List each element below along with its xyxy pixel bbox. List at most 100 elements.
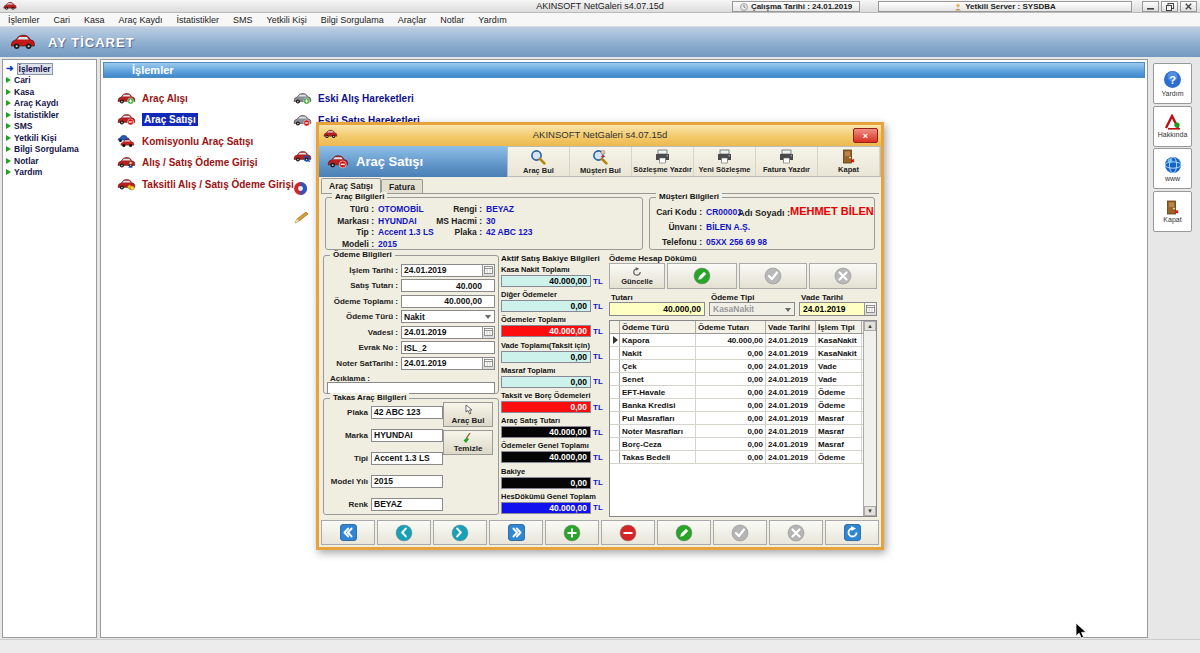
menu-8[interactable]: Araçlar [398,15,427,25]
dialog-close-button[interactable]: × [853,128,878,143]
nav-next-button[interactable] [433,520,487,545]
nav-first-button[interactable] [321,520,375,545]
table-row-4[interactable]: EFT-Havale0,0024.01.2019Ödeme [610,386,863,399]
guncelle-button[interactable]: Güncelle [609,263,665,289]
menu-item-icon-2[interactable] [293,148,312,164]
input-renk[interactable]: BEYAZ [371,498,443,511]
minimize-button[interactable] [1142,1,1159,12]
sidebar-item-7[interactable]: Bilgi Sorgulama [3,144,96,156]
table-row-2[interactable]: Çek0,0024.01.2019Vade [610,360,863,373]
calendar-button[interactable] [864,303,876,315]
table-row-9[interactable]: Takas Bedeli0,0024.01.2019Ödeme [610,451,863,464]
confirm-payment-button[interactable] [739,263,807,289]
scroll-up-button[interactable]: ▲ [864,321,876,331]
cancel-payment-button[interactable] [809,263,877,289]
menu-item-ara-sat-[interactable]: Araç Satışı [117,112,198,128]
calendar-button[interactable] [482,358,494,369]
menu-7[interactable]: Bilgi Sorgulama [321,15,384,25]
column-header-1[interactable]: Ödeme Tutarı [696,321,766,333]
sidebar-item-3[interactable]: Araç Kaydı [3,98,96,110]
takas-ara-bul-button[interactable]: Araç Bul [443,402,493,427]
rightbar-www-button[interactable]: www [1153,148,1192,189]
toolbar-fatura-yazd-r-button[interactable]: Fatura Yazdır [756,147,818,176]
menu-1[interactable]: Cari [54,15,71,25]
input--deme-t-r-[interactable]: Nakit [401,310,495,323]
toolbar-m-teri-bul-button[interactable]: Müşteri Bul [570,147,632,176]
restore-button[interactable] [1161,1,1178,12]
menu-2[interactable]: Kasa [84,15,105,25]
nav-refresh-button[interactable] [825,520,879,545]
input-plaka[interactable]: 42 ABC 123 [371,406,443,419]
sidebar-item-5[interactable]: SMS [3,121,96,133]
table-row-7[interactable]: Noter Masrafları0,0024.01.2019Masraf [610,425,863,438]
nav-remove-button[interactable] [601,520,655,545]
nav-last-button[interactable] [489,520,543,545]
menu-10[interactable]: Yardım [478,15,506,25]
table-row-8[interactable]: Borç-Ceza0,0024.01.2019Masraf [610,438,863,451]
calendar-button[interactable] [482,327,494,338]
nav-edit-button[interactable] [657,520,711,545]
input-sat-tutar-[interactable]: 40.000 [401,279,495,292]
vade-tarihi-input[interactable]: 24.01.2019 [799,302,877,316]
takas-temizle-button[interactable]: Temizle [443,430,493,455]
scroll-down-button[interactable]: ▼ [864,506,876,516]
sidebar-item-2[interactable]: Kasa [3,86,96,98]
column-header-2[interactable]: Vade Tarihi [766,321,816,333]
menu-3[interactable]: Araç Kaydı [119,15,163,25]
menu-9[interactable]: Notlar [440,15,464,25]
nav-add-button[interactable] [545,520,599,545]
column-header-0[interactable]: Ödeme Türü [620,321,696,333]
menu-item-eski-al-hareketleri[interactable]: Eski Alış Hareketleri [293,90,414,106]
chevron-down-icon[interactable] [785,308,791,312]
toolbar-kapat-button[interactable]: Kapat [818,147,880,176]
nav-prev-button[interactable] [377,520,431,545]
menu-item-ara-al-[interactable]: Araç Alışı [117,90,188,106]
input-marka[interactable]: HYUNDAI [371,429,443,442]
sidebar-item-0[interactable]: ➜İşlemler [3,63,96,75]
calendar-button[interactable] [482,265,494,276]
rightbar-kapat-button[interactable]: Kapat [1153,191,1192,232]
input--deme-toplam-[interactable]: 40.000,00 [401,295,495,308]
toolbar-yeni-s-zle-me-button[interactable]: Yeni Sözleşme [694,147,756,176]
toolbar-s-zle-me-yazd-r-button[interactable]: Sözleşme Yazdır [632,147,694,176]
input-noter-sattarihi-[interactable]: 24.01.2019 [401,357,495,370]
menu-6[interactable]: Yetkili Kişi [267,15,307,25]
sidebar-item-1[interactable]: Cari [3,75,96,87]
odeme-tipi-select[interactable]: KasaNakit [709,302,795,316]
close-button[interactable] [1180,1,1197,12]
rightbar-yardım-button[interactable]: ?Yardım [1153,63,1192,104]
menu-item-taksitli-al-sat-deme-giri-i[interactable]: Taksitli Alış / Satış Ödeme Girişi [117,176,294,192]
tab-fatura[interactable]: Fatura [381,179,423,193]
menu-5[interactable]: SMS [233,15,253,25]
sidebar-item-9[interactable]: Yardım [3,167,96,179]
menu-0[interactable]: İşlemler [8,15,40,25]
menu-item-icon-3[interactable] [293,180,308,196]
input-model-y-l-[interactable]: 2015 [371,475,443,488]
menu-item-al-sat-deme-giri-i[interactable]: Alış / Satış Ödeme Girişi [117,155,258,171]
table-row-6[interactable]: Pul Masrafları0,0024.01.2019Masraf [610,412,863,425]
input-i-lem-tarihi-[interactable]: 24.01.2019 [401,264,495,277]
column-header-3[interactable]: İşlem Tipi [816,321,862,333]
nav-cancel-button[interactable] [769,520,823,545]
edit-payment-button[interactable] [667,263,737,289]
input-evrak-no-[interactable]: ISL_2 [401,341,495,354]
input-tipi[interactable]: Accent 1.3 LS [371,452,443,465]
table-row-3[interactable]: Senet0,0024.01.2019Vade [610,373,863,386]
menu-item-icon-4[interactable] [293,210,309,226]
menu-4[interactable]: İstatistikler [177,15,220,25]
tab-ara-sat-[interactable]: Araç Satışı [321,178,381,193]
input-vadesi-[interactable]: 24.01.2019 [401,326,495,339]
table-row-5[interactable]: Banka Kredisi0,0024.01.2019Ödeme [610,399,863,412]
menu-item-komisyonlu-ara-sat-[interactable]: Komisyonlu Araç Satışı [117,133,253,149]
rightbar-hakkında-button[interactable]: Hakkında [1153,106,1192,147]
table-scrollbar[interactable]: ▲▼ [863,321,876,516]
nav-ok-button[interactable] [713,520,767,545]
table-row-1[interactable]: Nakit0,0024.01.2019KasaNakit [610,347,863,360]
toolbar-ara-bul-button[interactable]: Araç Bul [508,147,570,176]
tutar-input[interactable]: 40.000,00 [609,302,705,316]
chevron-down-icon[interactable] [485,315,491,319]
sidebar-item-6[interactable]: Yetkili Kişi [3,132,96,144]
sidebar-item-8[interactable]: Notlar [3,155,96,167]
table-row-0[interactable]: Kapora40.000,0024.01.2019KasaNakit [610,334,863,347]
sidebar-item-4[interactable]: İstatistikler [3,109,96,121]
